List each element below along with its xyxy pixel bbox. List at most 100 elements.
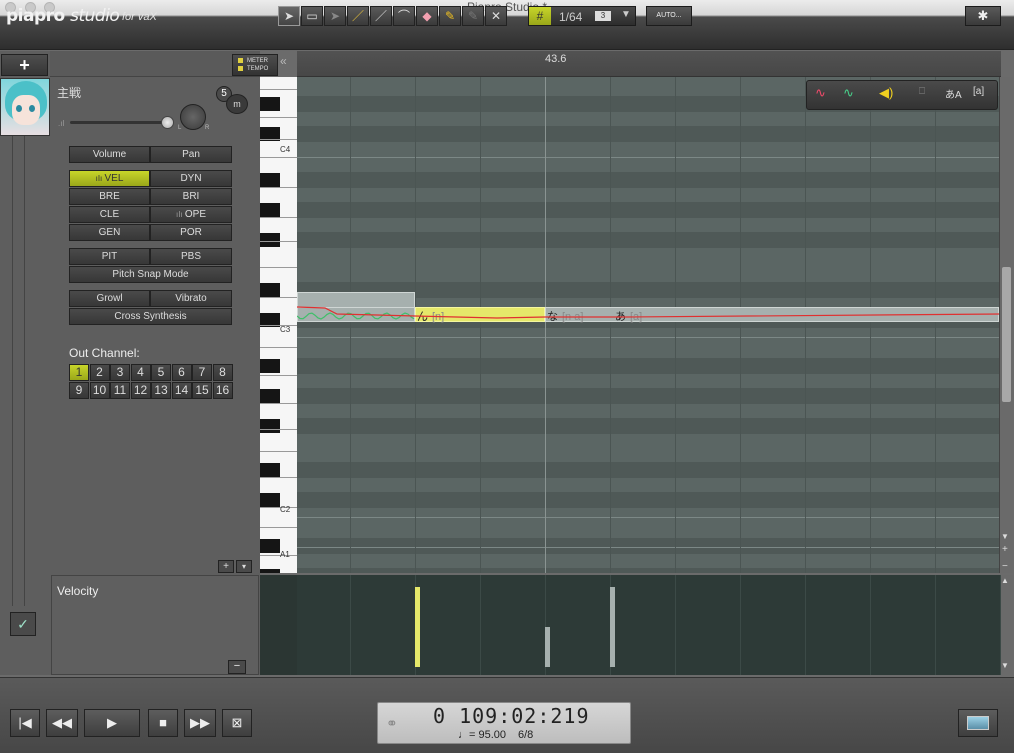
line-tool-button[interactable]: ／	[370, 6, 392, 26]
velocity-scale	[260, 575, 297, 675]
zoom-out-icon[interactable]: −	[1002, 561, 1008, 572]
channel-4-button[interactable]: 4	[130, 364, 151, 381]
auto-button[interactable]: AUTO...	[646, 6, 692, 26]
meter-tempo-button[interactable]: METER TEMPO	[232, 54, 278, 76]
black-key[interactable]	[260, 463, 280, 477]
eraser-tool-button[interactable]: ◆	[416, 6, 438, 26]
pitch-curve-icon[interactable]: ∿	[815, 85, 837, 105]
channel-1-button[interactable]: 1	[69, 364, 89, 381]
dyn-param-button[interactable]: DYN	[150, 170, 232, 187]
pan-param-button[interactable]: Pan	[150, 146, 232, 163]
fast-forward-button[interactable]: ▶▶	[184, 709, 216, 737]
channel-13-button[interactable]: 13	[151, 382, 171, 399]
bre-param-button[interactable]: BRE	[69, 188, 150, 205]
volume-param-button[interactable]: Volume	[69, 146, 150, 163]
phoneme-display-icon[interactable]: ⎕	[919, 86, 935, 104]
scroll-down-icon[interactable]: ▼	[1001, 661, 1009, 670]
link-icon[interactable]: ⚭	[386, 715, 398, 732]
select-tool-button[interactable]: ➤	[278, 6, 300, 26]
black-key[interactable]	[260, 359, 280, 373]
channel-10-button[interactable]: 10	[89, 382, 110, 399]
timeline-ruler[interactable]: 43.6	[297, 51, 1001, 77]
bri-param-button[interactable]: BRI	[150, 188, 232, 205]
delete-tool-button[interactable]: ✕	[485, 6, 507, 26]
piano-roll-grid[interactable]: ん [n] な [n a] あ [a]	[297, 77, 1001, 573]
pan-knob[interactable]	[180, 104, 206, 130]
cross-synthesis-button[interactable]: Cross Synthesis	[69, 308, 232, 325]
black-key[interactable]	[260, 569, 280, 573]
remove-lane-button[interactable]: −	[228, 660, 246, 674]
black-key[interactable]	[260, 389, 280, 403]
avatar[interactable]	[0, 78, 50, 136]
pen-tool-button[interactable]: ✎	[462, 6, 484, 26]
loop-button[interactable]: ⊠	[222, 709, 252, 737]
gen-param-button[interactable]: GEN	[69, 224, 150, 241]
rewind-button[interactable]: ◀◀	[46, 709, 78, 737]
channel-9-button[interactable]: 9	[69, 382, 89, 399]
snap-selector[interactable]: # 1/64 3 ▼	[528, 6, 636, 26]
channel-15-button[interactable]: 15	[192, 382, 212, 399]
speaker-icon[interactable]: ◀)	[879, 85, 901, 105]
go-to-start-button[interactable]: |◀	[10, 709, 40, 737]
pit-param-button[interactable]: PIT	[69, 248, 150, 265]
dynamics-curve-icon[interactable]: ∿	[843, 85, 865, 105]
channel-16-button[interactable]: 16	[212, 382, 233, 399]
volume-slider[interactable]	[70, 121, 170, 124]
collapse-panel-icon[interactable]: «	[280, 54, 287, 68]
velocity-scrollbar[interactable]: ▲ ▼	[999, 575, 1013, 675]
curve-lane-button[interactable]: ✓	[10, 612, 36, 636]
growl-button[interactable]: Growl	[69, 290, 150, 307]
volume-slider-thumb[interactable]	[161, 116, 174, 129]
channel-5-button[interactable]: 5	[151, 364, 171, 381]
curve-tool-button[interactable]: ⌒	[393, 6, 415, 26]
pbs-param-button[interactable]: PBS	[150, 248, 232, 265]
black-key[interactable]	[260, 97, 280, 111]
mute-solo-button[interactable]: m	[226, 94, 248, 114]
velocity-lane[interactable]	[297, 575, 1001, 675]
pencil-tool-button[interactable]: ／	[347, 6, 369, 26]
vibrato-button[interactable]: Vibrato	[150, 290, 232, 307]
image-button[interactable]	[958, 709, 998, 737]
channel-8-button[interactable]: 8	[212, 364, 233, 381]
cle-param-button[interactable]: CLE	[69, 206, 150, 223]
lyric-language-icon[interactable]: あA	[945, 86, 963, 104]
play-button[interactable]: ▶	[84, 709, 140, 737]
black-key[interactable]	[260, 493, 280, 507]
zoom-in-icon[interactable]: +	[1002, 544, 1008, 555]
channel-14-button[interactable]: 14	[171, 382, 192, 399]
select-range-tool-button[interactable]: ▭	[301, 6, 323, 26]
channel-12-button[interactable]: 12	[130, 382, 151, 399]
phoneme-icon[interactable]: [a]	[973, 86, 991, 104]
piano-keyboard[interactable]: C4 C3 C2 A1	[260, 77, 297, 573]
settings-button[interactable]: ✱	[965, 6, 1001, 26]
vertical-scroll-thumb[interactable]	[1002, 267, 1011, 402]
scroll-up-icon[interactable]: ▲	[1001, 576, 1009, 585]
vertical-scrollbar[interactable]: ▼ + −	[999, 77, 1013, 573]
channel-6-button[interactable]: 6	[171, 364, 192, 381]
channel-2-button[interactable]: 2	[89, 364, 110, 381]
velocity-bar[interactable]	[545, 627, 550, 667]
pitch-snap-mode-button[interactable]: Pitch Snap Mode	[69, 266, 232, 283]
ope-param-button[interactable]: ıIı OPE	[150, 206, 232, 223]
black-key[interactable]	[260, 233, 280, 247]
stop-button[interactable]: ■	[148, 709, 178, 737]
por-param-button[interactable]: POR	[150, 224, 232, 241]
velocity-bar[interactable]	[415, 587, 420, 667]
grid-snap-icon[interactable]: #	[529, 7, 551, 25]
channel-11-button[interactable]: 11	[110, 382, 130, 399]
channel-7-button[interactable]: 7	[192, 364, 212, 381]
add-track-button[interactable]: +	[1, 54, 48, 76]
vel-param-button[interactable]: ıIı VEL	[69, 170, 150, 187]
black-key[interactable]	[260, 539, 280, 553]
black-key[interactable]	[260, 203, 280, 217]
black-key[interactable]	[260, 173, 280, 187]
black-key[interactable]	[260, 419, 280, 433]
add-lane-button[interactable]: +	[218, 560, 234, 573]
lane-menu-button[interactable]: ▾	[236, 560, 252, 573]
scroll-down-icon[interactable]: ▼	[1001, 532, 1009, 541]
black-key[interactable]	[260, 283, 280, 297]
select-alt-tool-button[interactable]: ➤	[324, 6, 346, 26]
velocity-bar[interactable]	[610, 587, 615, 667]
channel-3-button[interactable]: 3	[110, 364, 130, 381]
highlighter-tool-button[interactable]: ✎	[439, 6, 461, 26]
